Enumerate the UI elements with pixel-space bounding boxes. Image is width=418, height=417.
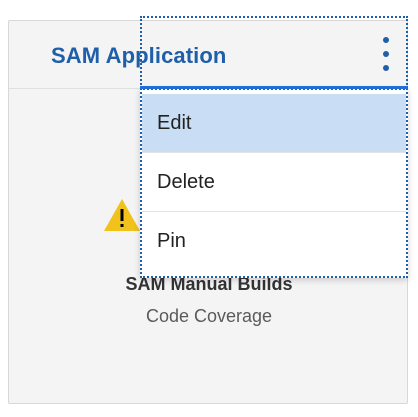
page: SAM Application SAM Manual Builds Code C… bbox=[0, 0, 418, 417]
warning-icon bbox=[102, 197, 142, 238]
menu-focus-outline bbox=[140, 16, 408, 88]
menu-accent-bar bbox=[140, 86, 408, 89]
menu-item-pin[interactable]: Pin bbox=[142, 212, 406, 270]
menu-item-edit[interactable]: Edit bbox=[142, 94, 406, 152]
build-subtitle: Code Coverage bbox=[145, 306, 273, 326]
menu-item-delete[interactable]: Delete bbox=[142, 153, 406, 211]
overflow-menu: Edit Delete Pin bbox=[140, 88, 408, 278]
